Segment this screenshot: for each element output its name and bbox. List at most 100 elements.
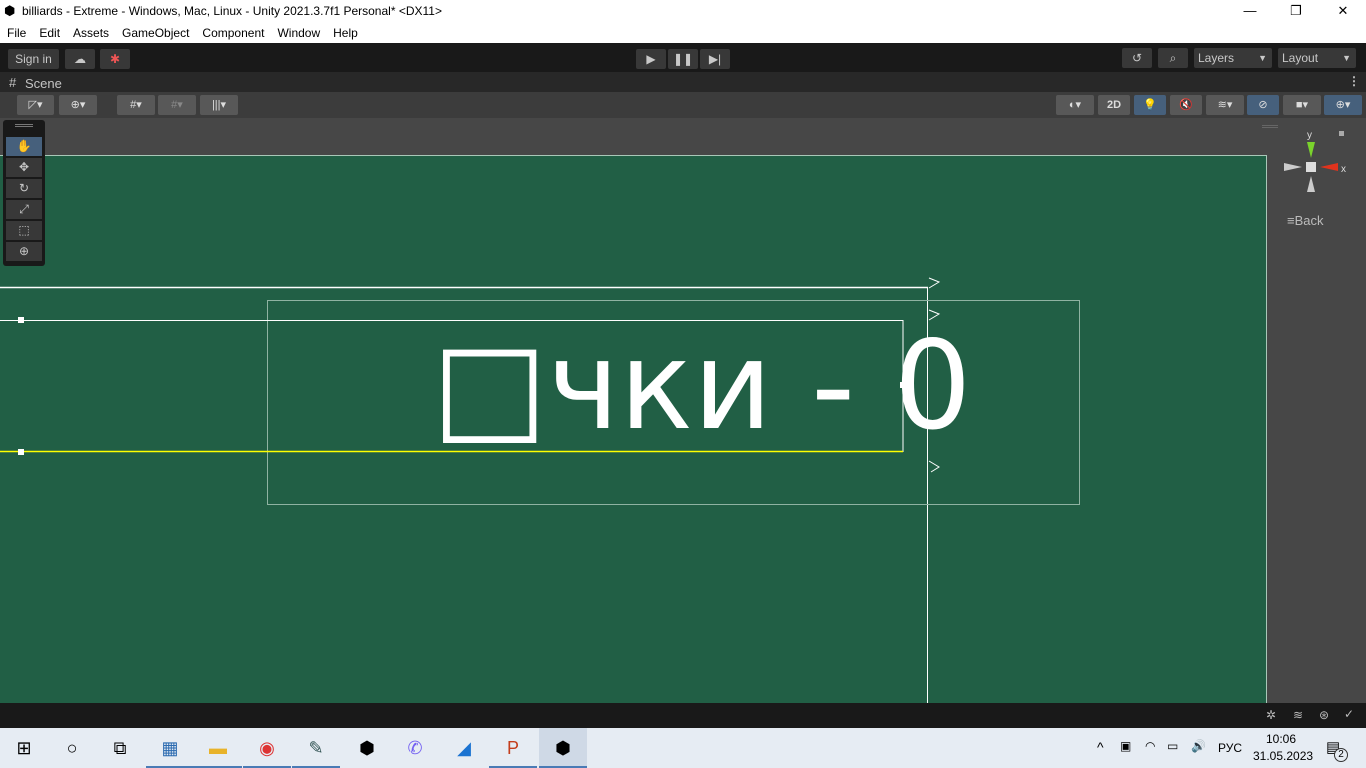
drag-handle[interactable]	[15, 124, 33, 127]
center-cube	[1306, 162, 1316, 172]
layers-dropdown[interactable]: Layers ▼	[1194, 48, 1272, 68]
language-indicator[interactable]: РУС	[1218, 741, 1242, 755]
draw-mode-button[interactable]: ◸▾	[17, 95, 54, 115]
main-toolbar: Sign in ☁ ✱ ▶ ❚❚ ▶| ↺ ⌕ Layers ▼ Layout ▼	[0, 43, 1366, 72]
menu-gameobject[interactable]: GameObject	[115, 22, 195, 43]
status-bar: ✲ ≋ ⊛ ✓	[0, 703, 1366, 728]
bug-icon[interactable]: ✲	[1266, 708, 1276, 722]
sign-in-button[interactable]: Sign in	[8, 49, 59, 69]
layout-dropdown[interactable]: Layout ▼	[1278, 48, 1356, 68]
powerpoint-icon[interactable]: P	[489, 728, 537, 768]
orientation-gizmo[interactable]: y x	[1280, 128, 1350, 213]
hand-tool-icon[interactable]: ✋	[6, 137, 42, 156]
step-button[interactable]: ▶|	[700, 49, 730, 69]
collab-icon[interactable]: ✱	[100, 49, 130, 69]
search-icon[interactable]: ⌕	[1158, 48, 1188, 68]
scene-tab-bar: # Scene ⋮	[0, 72, 1366, 92]
menu-file[interactable]: File	[0, 22, 32, 43]
windows-taskbar: ⊞ ○ ⧉ ▦ ▬ ◉ ✎ ⬢ ✆ ◢ P ⬢ ^ ▣ ◠ ▭ 🔊 РУС 10…	[0, 728, 1366, 768]
rotate-tool-icon[interactable]: ↻	[6, 179, 42, 198]
calculator-icon[interactable]: ▦	[146, 728, 194, 768]
menu-bar: File Edit Assets GameObject Component Wi…	[0, 22, 1366, 43]
scene-toolbar: ◸▾ ⊕▾ #▾ #▾ |||▾ ◐▾ 2D 💡 🔇 ≋▾ ⊘ ■▾ ⊕▾	[0, 92, 1366, 118]
y-axis-cone	[1307, 142, 1315, 158]
layout-label: Layout	[1282, 51, 1319, 65]
shading-mode-button[interactable]: ◐▾	[1056, 95, 1094, 115]
neg-y-cone	[1307, 176, 1315, 192]
gizmo-drag-handle[interactable]	[1262, 125, 1278, 128]
volume-icon[interactable]: 🔊	[1191, 739, 1206, 753]
title-bar: ⬢ billiards - Extreme - Windows, Mac, Li…	[0, 0, 1366, 22]
grid-hash-icon: #	[9, 75, 17, 90]
unity-logo-icon: ⬢	[4, 3, 16, 18]
tools-panel: ✋ ✥ ↻ ⤢ ⬚ ⊕	[3, 120, 45, 266]
minimize-button[interactable]: —	[1227, 0, 1273, 22]
chevron-down-icon: ▼	[1258, 53, 1267, 63]
unity-icon[interactable]: ⬢	[539, 728, 587, 768]
search-icon[interactable]: ○	[48, 728, 96, 768]
transform-tool-icon[interactable]: ⊕	[6, 242, 42, 261]
check-icon[interactable]: ✓	[1344, 707, 1354, 721]
scale-tool-icon[interactable]: ⤢	[6, 200, 42, 219]
global-toggle-button[interactable]: ⊕▾	[59, 95, 97, 115]
close-button[interactable]: ✕	[1320, 0, 1366, 22]
camera-dropdown[interactable]: ■▾	[1283, 95, 1321, 115]
chevron-up-icon[interactable]: ^	[1097, 739, 1104, 755]
audio-toggle-icon[interactable]: 🔇	[1170, 95, 1202, 115]
gizmo-x-label: x	[1341, 164, 1346, 175]
menu-help[interactable]: Help	[326, 22, 364, 43]
back-view-label[interactable]: ≡Back	[1287, 213, 1324, 228]
gizmos-dropdown[interactable]: ⊕▾	[1324, 95, 1362, 115]
cloud-button[interactable]: ☁	[65, 49, 95, 69]
effects-dropdown[interactable]: ≋▾	[1206, 95, 1244, 115]
menu-edit[interactable]: Edit	[32, 22, 66, 43]
neg-x-cone	[1284, 163, 1302, 171]
battery-icon[interactable]: ▭	[1167, 739, 1178, 753]
notification-count: 2	[1334, 748, 1348, 762]
snap-increment-button[interactable]: #▾	[158, 95, 196, 115]
window-title: billiards - Extreme - Windows, Mac, Linu…	[22, 4, 442, 18]
task-view-icon[interactable]: ⧉	[96, 728, 144, 768]
editor-icon[interactable]: ✎	[292, 728, 340, 768]
pause-button[interactable]: ❚❚	[668, 49, 698, 69]
menu-window[interactable]: Window	[270, 22, 326, 43]
gizmo-y-label: y	[1307, 130, 1312, 141]
lighting-toggle-icon[interactable]: 💡	[1134, 95, 1166, 115]
cache-server-icon[interactable]: ⊛	[1319, 708, 1329, 722]
menu-component[interactable]: Component	[195, 22, 270, 43]
more-options-icon[interactable]: ⋮	[1348, 74, 1360, 88]
back-label: Back	[1294, 213, 1324, 228]
resize-handle	[18, 449, 24, 455]
score-text[interactable]: □чки - 0	[432, 325, 972, 447]
clock-date[interactable]: 31.05.2023	[1253, 749, 1313, 763]
chrome-icon[interactable]: ◉	[243, 728, 291, 768]
resize-handle	[18, 317, 24, 323]
database-icon[interactable]: ≋	[1293, 708, 1303, 722]
lock-icon[interactable]	[1339, 131, 1344, 136]
anchor-handle	[928, 460, 940, 473]
scene-viewport[interactable]: □чки - 0 ✋ ✥ ↻ ⤢ ⬚ ⊕ y x ≡Back	[0, 118, 1366, 703]
viber-icon[interactable]: ✆	[391, 728, 439, 768]
2d-toggle-button[interactable]: 2D	[1098, 95, 1130, 115]
camera-icon[interactable]: ▣	[1120, 739, 1131, 753]
grid-snap-button[interactable]: #▾	[117, 95, 155, 115]
menu-assets[interactable]: Assets	[66, 22, 115, 43]
clock-time[interactable]: 10:06	[1266, 732, 1296, 746]
file-explorer-icon[interactable]: ▬	[194, 728, 242, 768]
maximize-button[interactable]: ❐	[1273, 0, 1319, 22]
tab-scene[interactable]: Scene	[25, 76, 62, 91]
history-icon[interactable]: ↺	[1122, 48, 1152, 68]
hidden-objects-icon[interactable]: ⊘	[1247, 95, 1279, 115]
play-button[interactable]: ▶	[636, 49, 666, 69]
chevron-down-icon: ▼	[1342, 53, 1351, 63]
increment-snap-button[interactable]: |||▾	[200, 95, 238, 115]
rect-tool-icon[interactable]: ⬚	[6, 221, 42, 240]
app-icon[interactable]: ◢	[440, 728, 488, 768]
move-tool-icon[interactable]: ✥	[6, 158, 42, 177]
menu-icon: ≡	[1287, 213, 1295, 228]
start-button[interactable]: ⊞	[0, 728, 48, 768]
unity-hub-icon[interactable]: ⬢	[343, 728, 391, 768]
wifi-icon[interactable]: ◠	[1145, 739, 1155, 753]
x-axis-cone	[1320, 163, 1338, 171]
layers-label: Layers	[1198, 51, 1235, 65]
